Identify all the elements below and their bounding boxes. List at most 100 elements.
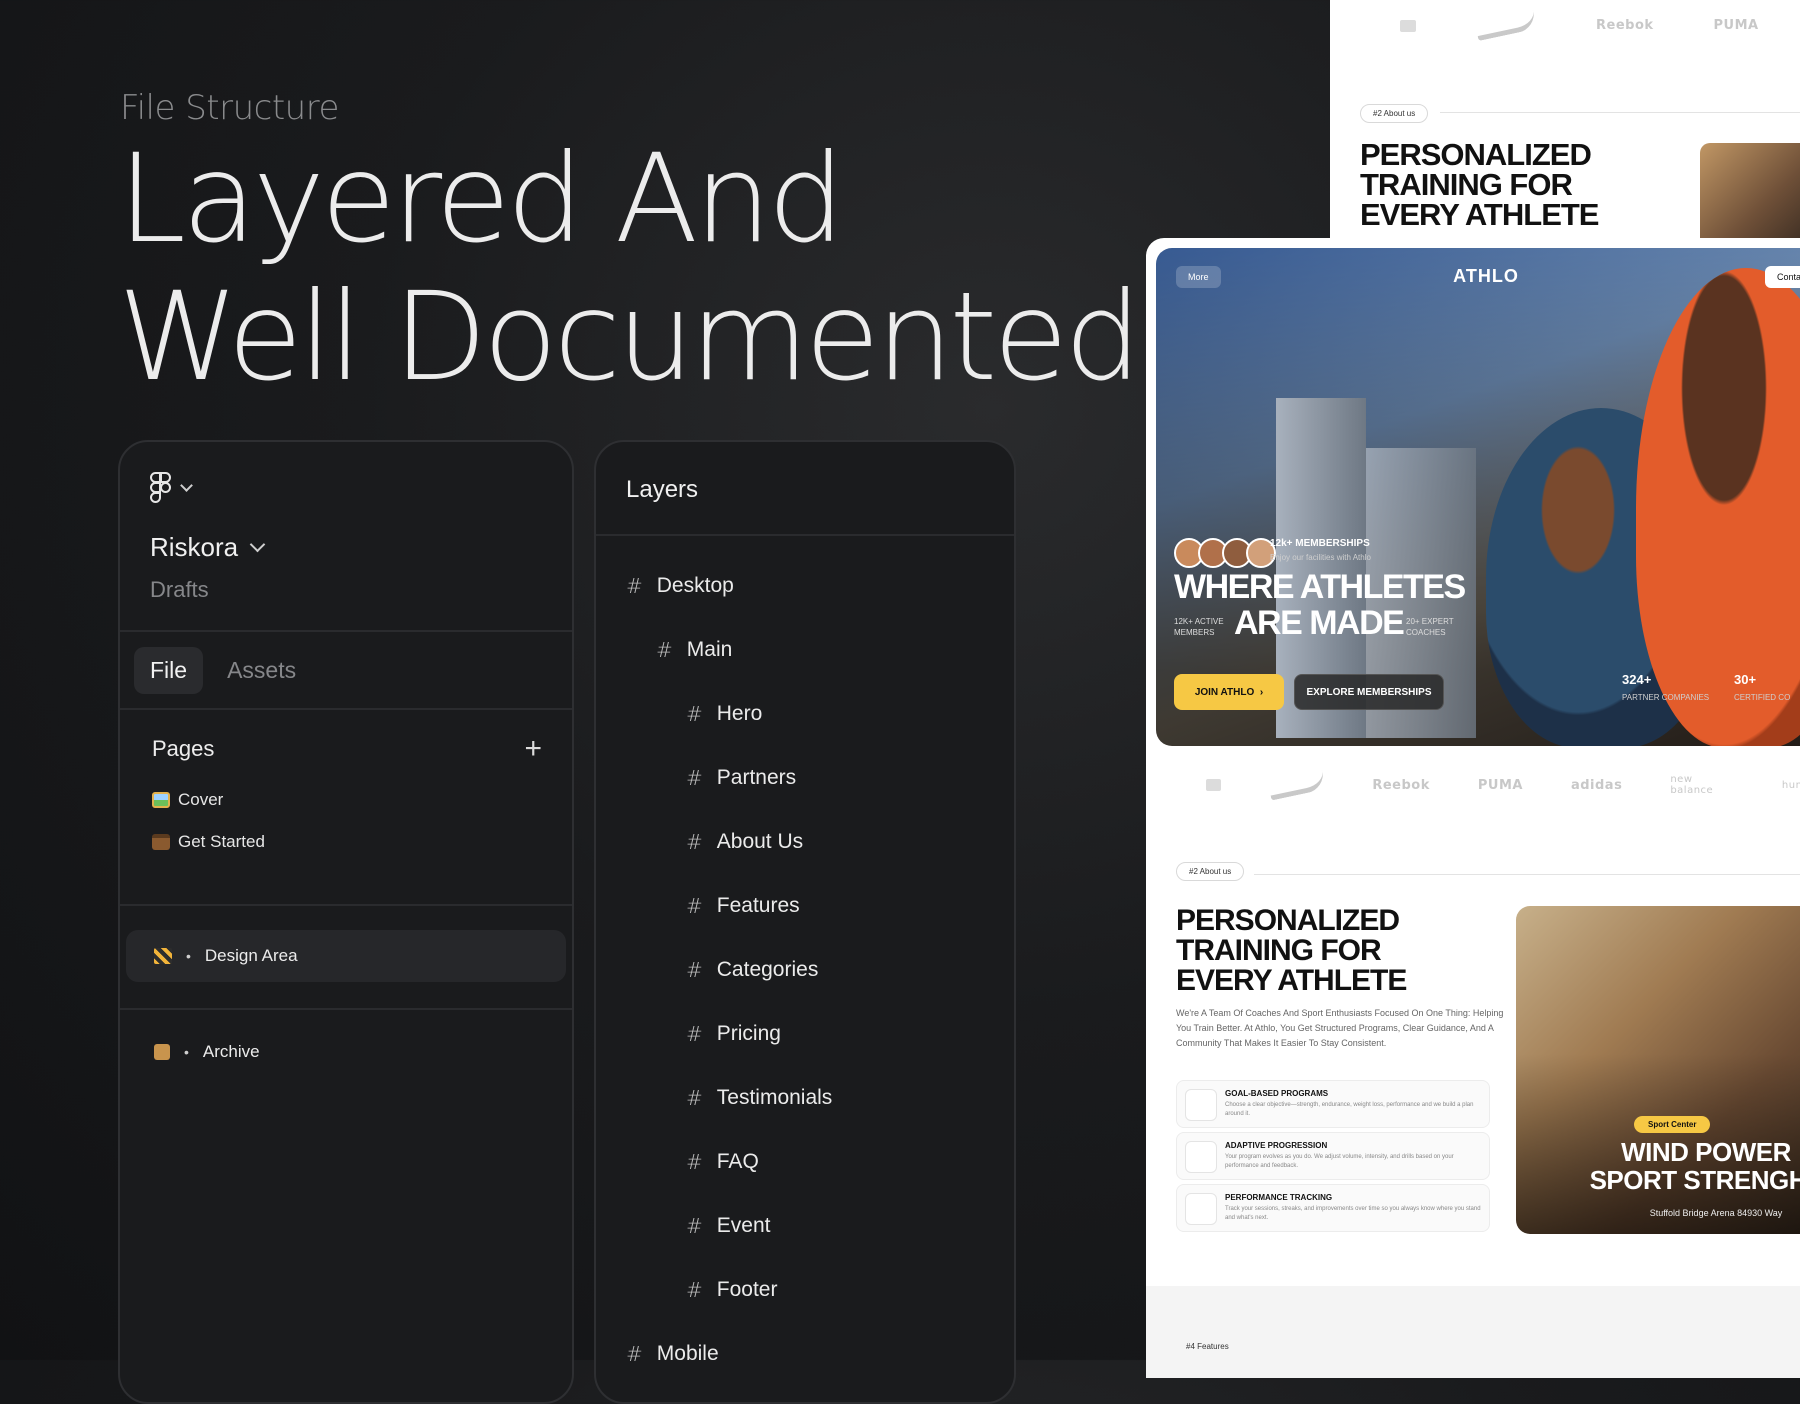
about-title-line: EVERY ATHLETE xyxy=(1360,197,1599,232)
stat-label: CERTIFIED CO xyxy=(1734,693,1791,702)
expert-coaches-label: 20+ EXPERT COACHES xyxy=(1406,617,1454,637)
brand-logo: Reebok xyxy=(1596,18,1654,33)
layer-label: Main xyxy=(686,638,733,661)
brand-logo-icon xyxy=(1400,19,1416,32)
section-tag: #2 About us xyxy=(1360,104,1429,123)
feature-desc: Your program evolves as you do. We adjus… xyxy=(1225,1154,1454,1169)
add-page-plus-icon[interactable]: + xyxy=(524,734,542,764)
page-label: Get Started xyxy=(178,832,265,851)
stat-certified-coaches: 30+ CERTIFIED CO xyxy=(1734,672,1790,702)
about-body: We're A Team Of Coaches And Sport Enthus… xyxy=(1176,1008,1504,1048)
preview-main-page: More ATHLO Contact 12k+ MEMBERSHIPS Enjo… xyxy=(1146,238,1800,1378)
layer-about-us[interactable]: # About Us xyxy=(686,830,803,854)
frame-icon: # xyxy=(686,894,703,918)
layer-label: Event xyxy=(716,1214,771,1237)
page-item-design-area[interactable]: • Design Area xyxy=(126,930,566,982)
explore-memberships-button[interactable]: EXPLORE MEMBERSHIPS xyxy=(1294,674,1444,710)
sport-address: Stuffold Bridge Arena 84930 Way xyxy=(1649,1208,1783,1218)
layer-label: Mobile xyxy=(656,1342,719,1365)
layer-hero[interactable]: # Hero xyxy=(686,702,762,726)
package-icon xyxy=(154,1044,170,1060)
layer-features[interactable]: # Features xyxy=(686,894,800,918)
layer-label: Features xyxy=(716,894,800,917)
layer-partners[interactable]: # Partners xyxy=(686,766,796,790)
page-item-archive[interactable]: • Archive xyxy=(120,1010,572,1062)
frame-icon: # xyxy=(626,574,643,598)
frame-icon: # xyxy=(686,1022,703,1046)
feature-title: GOAL-BASED PROGRAMS xyxy=(1225,1089,1329,1098)
frame-icon: # xyxy=(686,830,703,854)
headline-line-1: Layered And xyxy=(118,128,845,270)
about-title: PERSONALIZED TRAINING FOR EVERY ATHLETE xyxy=(1176,906,1407,996)
sport-tag: Sport Center xyxy=(1634,1116,1711,1133)
page-label: Archive xyxy=(202,1042,260,1061)
brand-logo: hummel xyxy=(1781,779,1800,791)
briefcase-icon xyxy=(152,834,170,850)
layer-desktop[interactable]: # Desktop xyxy=(626,574,734,598)
progress-icon xyxy=(1185,1141,1217,1173)
pages-section: Pages + Cover Get Started xyxy=(120,710,572,906)
project-header: Riskora Drafts xyxy=(120,442,572,632)
chevron-right-icon: › xyxy=(1259,686,1264,698)
chevron-down-icon xyxy=(249,536,266,553)
about-title-line: PERSONALIZED xyxy=(1360,137,1592,172)
brand-logo: PUMA xyxy=(1713,18,1759,33)
project-location[interactable]: Drafts xyxy=(150,577,542,603)
layers-panel: Layers # Desktop # Main # Hero # Partners # A… xyxy=(594,440,1016,1404)
design-section: • Design Area xyxy=(120,906,572,1010)
layer-label: Pricing xyxy=(716,1022,781,1045)
brand-logo: new balance xyxy=(1670,774,1714,796)
brand-logo: PUMA xyxy=(1477,777,1523,793)
tab-file[interactable]: File xyxy=(134,646,204,694)
project-name: Riskora xyxy=(150,532,239,562)
layer-label: Partners xyxy=(716,766,797,789)
sport-center-card[interactable]: Sport Center WIND POWER SPORT STRENGHT S… xyxy=(1516,906,1800,1234)
page-item-cover[interactable]: Cover xyxy=(152,790,542,810)
features-section: #4 Features xyxy=(1146,1286,1800,1378)
layer-label: About Us xyxy=(716,830,804,853)
headline: Layered And Well Documented xyxy=(118,128,1142,406)
tab-assets[interactable]: Assets xyxy=(211,647,312,694)
brand-logo-icon xyxy=(1206,779,1221,791)
join-label: JOIN ATHLO xyxy=(1194,686,1255,698)
page-label: Design Area xyxy=(204,946,298,965)
memberships-label: 12k+ MEMBERSHIPS Enjoy our facilities wi… xyxy=(1270,538,1371,562)
nike-swoosh-icon xyxy=(1474,9,1538,42)
page-item-get-started[interactable]: Get Started xyxy=(152,832,542,852)
layer-mobile[interactable]: # Mobile xyxy=(626,1342,719,1366)
frame-icon: # xyxy=(656,638,673,662)
stat-value: 324+ xyxy=(1622,672,1652,687)
active-members-label: 12K+ ACTIVE MEMBERS xyxy=(1174,617,1224,637)
feature-card: ADAPTIVE PROGRESSION Your program evolve… xyxy=(1176,1132,1490,1180)
nike-swoosh-icon xyxy=(1267,769,1326,801)
athlete-photo xyxy=(1700,143,1800,238)
layer-label: Testimonials xyxy=(716,1086,833,1109)
feature-card: GOAL-BASED PROGRAMS Choose a clear objec… xyxy=(1176,1080,1490,1128)
member-avatars xyxy=(1174,538,1276,568)
frame-icon: # xyxy=(686,958,703,982)
hero-section: More ATHLO Contact 12k+ MEMBERSHIPS Enjo… xyxy=(1156,248,1800,746)
frame-icon: # xyxy=(686,1086,703,1110)
project-name-dropdown[interactable]: Riskora xyxy=(150,532,542,563)
section-tag: #4 Features xyxy=(1186,1342,1229,1351)
frame-icon: # xyxy=(686,1150,703,1174)
layers-title: Layers xyxy=(596,442,1014,536)
layer-categories[interactable]: # Categories xyxy=(686,958,818,982)
bullet-icon: • xyxy=(186,948,191,964)
figma-menu[interactable] xyxy=(150,472,542,504)
layer-testimonials[interactable]: # Testimonials xyxy=(686,1086,832,1110)
section-tag: #2 About us xyxy=(1176,862,1245,881)
feature-desc: Track your sessions, streaks, and improv… xyxy=(1225,1206,1481,1221)
divider xyxy=(1254,874,1800,875)
layer-footer[interactable]: # Footer xyxy=(686,1278,777,1302)
frame-icon: # xyxy=(686,1214,703,1238)
layer-faq[interactable]: # FAQ xyxy=(686,1150,759,1174)
brand-logo[interactable]: ATHLO xyxy=(1156,266,1800,287)
layer-pricing[interactable]: # Pricing xyxy=(686,1022,781,1046)
layer-main[interactable]: # Main xyxy=(656,638,732,662)
divider xyxy=(1440,112,1800,113)
join-athlo-button[interactable]: JOIN ATHLO › xyxy=(1174,674,1284,710)
layer-label: FAQ xyxy=(716,1150,759,1173)
layer-event[interactable]: # Event xyxy=(686,1214,770,1238)
contact-button[interactable]: Contact xyxy=(1764,266,1800,288)
